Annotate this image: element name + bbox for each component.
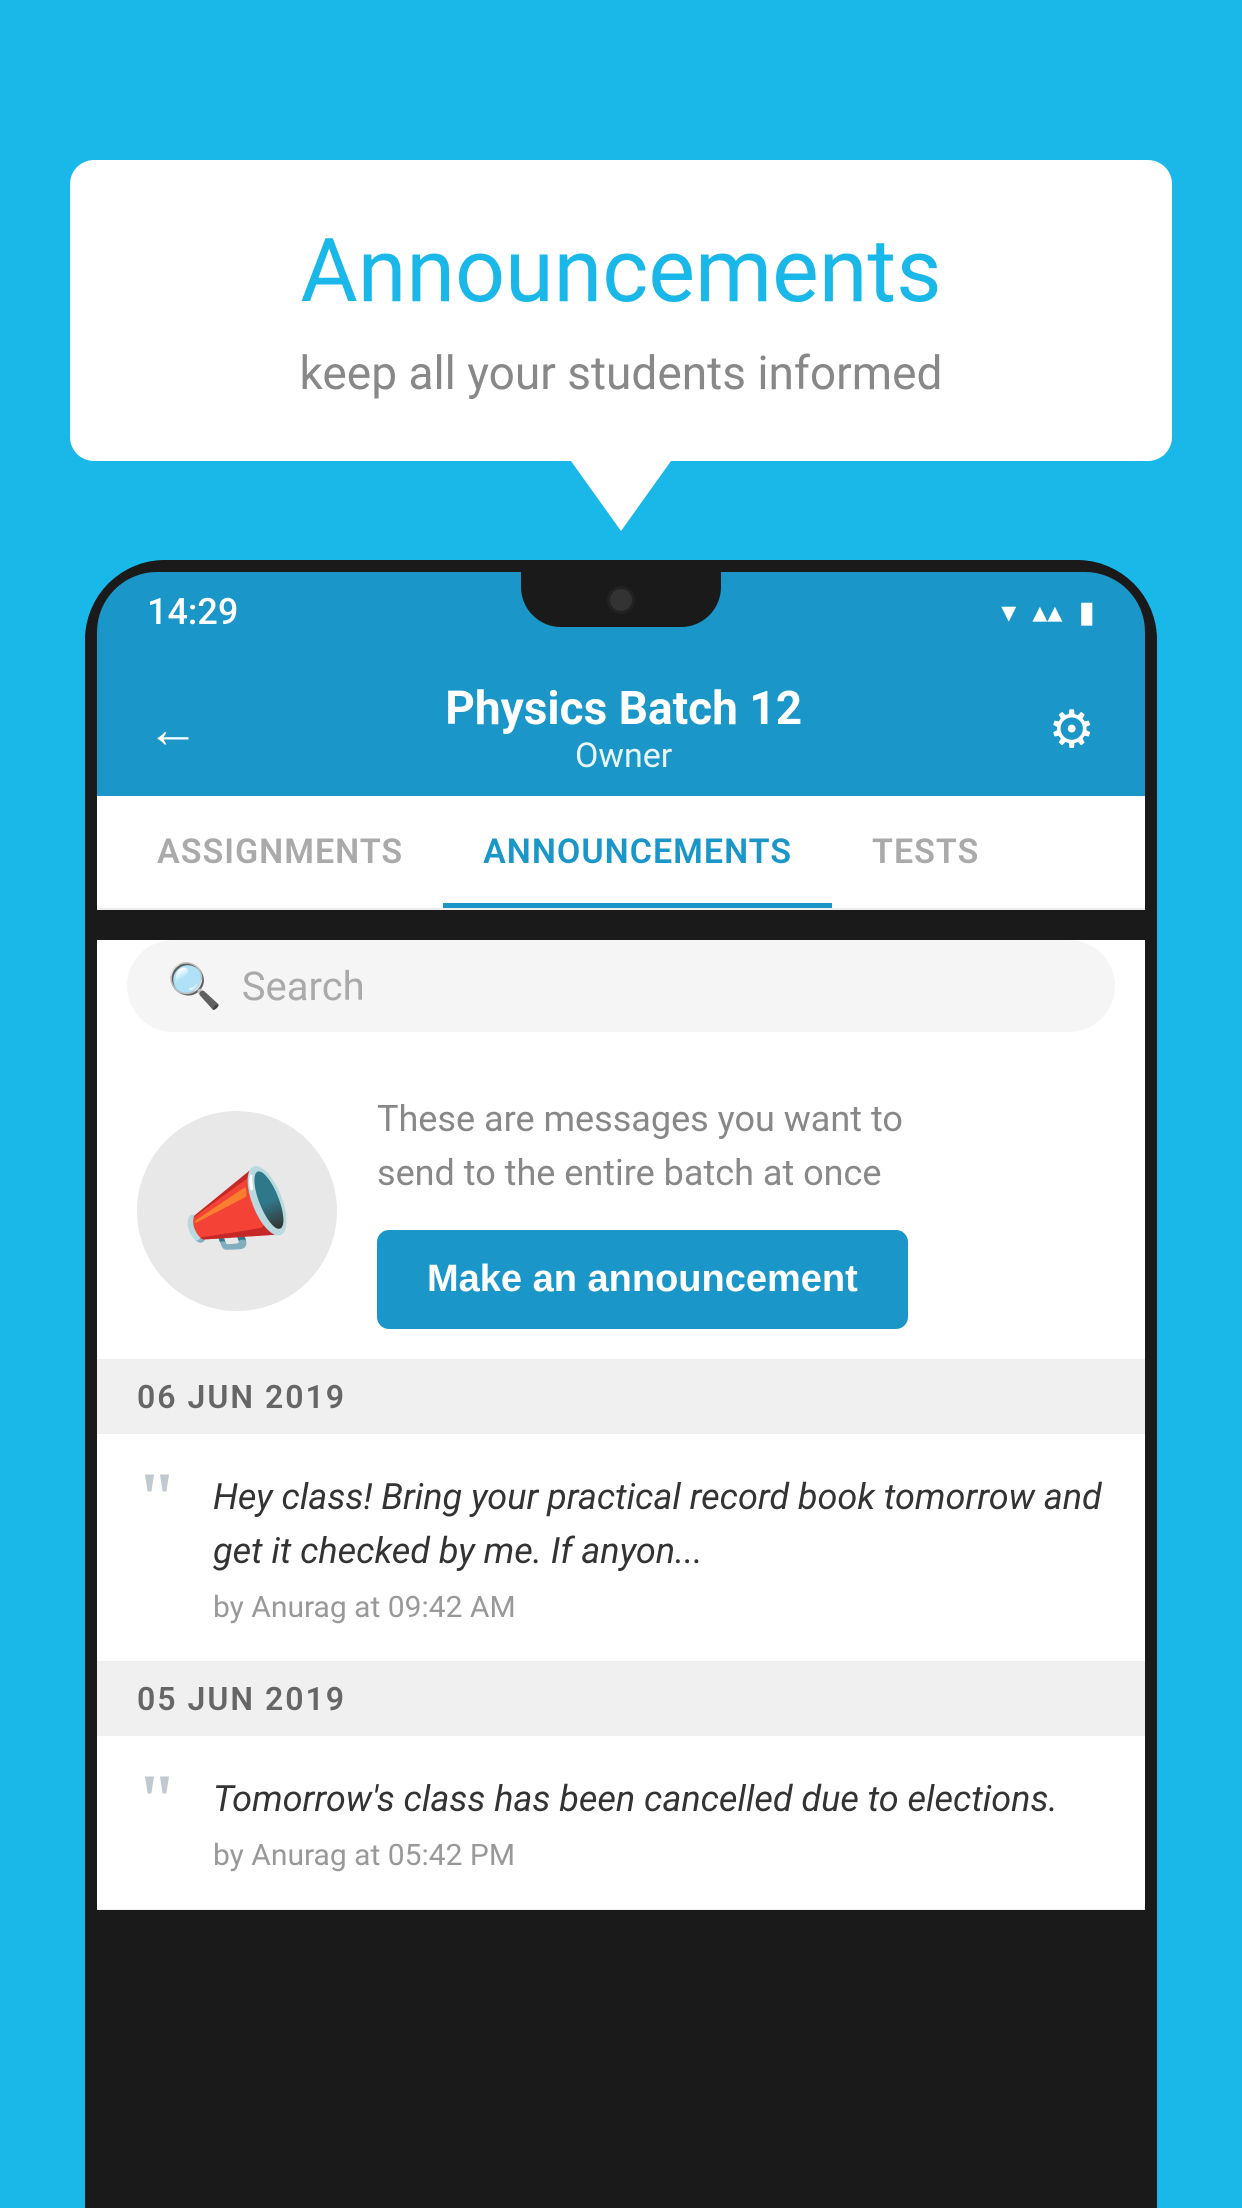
make-announcement-button[interactable]: Make an announcement (377, 1230, 908, 1329)
tabs-bar: ASSIGNMENTS ANNOUNCEMENTS TESTS (97, 796, 1145, 910)
promo-icon-circle: 📣 (137, 1111, 337, 1311)
announcement-text-1: Hey class! Bring your practical record b… (213, 1470, 1105, 1578)
date-separator-2: 05 JUN 2019 (97, 1662, 1145, 1736)
wifi-icon: ▾ (1001, 595, 1016, 630)
speech-bubble-title: Announcements (150, 220, 1092, 323)
speech-bubble-card: Announcements keep all your students inf… (70, 160, 1172, 461)
phone-frame-inner: 14:29 ▾ ▴▴ ▮ ← Physics Batch 12 (85, 560, 1157, 1910)
quote-icon-1: " (137, 1470, 177, 1528)
batch-title: Physics Batch 12 (445, 682, 802, 736)
promo-section: 📣 These are messages you want to send to… (97, 1062, 1145, 1360)
app-header: ← Physics Batch 12 Owner ⚙ (97, 652, 1145, 796)
announcement-meta-2: by Anurag at 05:42 PM (213, 1838, 1105, 1873)
phone-screen: 14:29 ▾ ▴▴ ▮ ← Physics Batch 12 (97, 572, 1145, 1910)
status-time: 14:29 (147, 591, 238, 633)
announcement-content-2: Tomorrow's class has been cancelled due … (213, 1772, 1105, 1873)
search-bar[interactable]: 🔍 Search (127, 940, 1115, 1032)
search-icon: 🔍 (167, 960, 222, 1012)
promo-right: These are messages you want to send to t… (377, 1092, 1105, 1329)
speech-bubble-arrow (571, 461, 671, 531)
content-area: 🔍 Search 📣 These are messages you want t… (97, 940, 1145, 1910)
header-title-block: Physics Batch 12 Owner (445, 682, 802, 776)
announcement-text-2: Tomorrow's class has been cancelled due … (213, 1772, 1105, 1826)
announcement-item-2[interactable]: " Tomorrow's class has been cancelled du… (97, 1736, 1145, 1910)
phone-notch (521, 572, 721, 627)
speech-bubble-subtitle: keep all your students informed (150, 347, 1092, 401)
quote-icon-2: " (137, 1772, 177, 1830)
signal-icon: ▴▴ (1032, 595, 1062, 630)
tab-announcements[interactable]: ANNOUNCEMENTS (443, 796, 832, 908)
camera-dot (607, 586, 635, 614)
phone-mockup: 14:29 ▾ ▴▴ ▮ ← Physics Batch 12 (85, 560, 1157, 2208)
gear-icon[interactable]: ⚙ (1048, 699, 1095, 760)
announcement-content-1: Hey class! Bring your practical record b… (213, 1470, 1105, 1625)
status-icons: ▾ ▴▴ ▮ (1001, 595, 1095, 630)
battery-icon: ▮ (1078, 595, 1095, 630)
promo-description: These are messages you want to send to t… (377, 1092, 1105, 1200)
back-button[interactable]: ← (147, 699, 199, 760)
speech-bubble-section: Announcements keep all your students inf… (70, 160, 1172, 531)
tab-assignments[interactable]: ASSIGNMENTS (117, 796, 443, 908)
megaphone-icon: 📣 (181, 1158, 293, 1263)
date-separator-1: 06 JUN 2019 (97, 1360, 1145, 1434)
search-placeholder: Search (242, 963, 365, 1010)
status-bar: 14:29 ▾ ▴▴ ▮ (97, 572, 1145, 652)
announcement-meta-1: by Anurag at 09:42 AM (213, 1590, 1105, 1625)
phone-outer-frame: 14:29 ▾ ▴▴ ▮ ← Physics Batch 12 (85, 560, 1157, 2208)
tab-tests[interactable]: TESTS (832, 796, 1019, 908)
batch-subtitle: Owner (445, 736, 802, 776)
announcement-item-1[interactable]: " Hey class! Bring your practical record… (97, 1434, 1145, 1662)
